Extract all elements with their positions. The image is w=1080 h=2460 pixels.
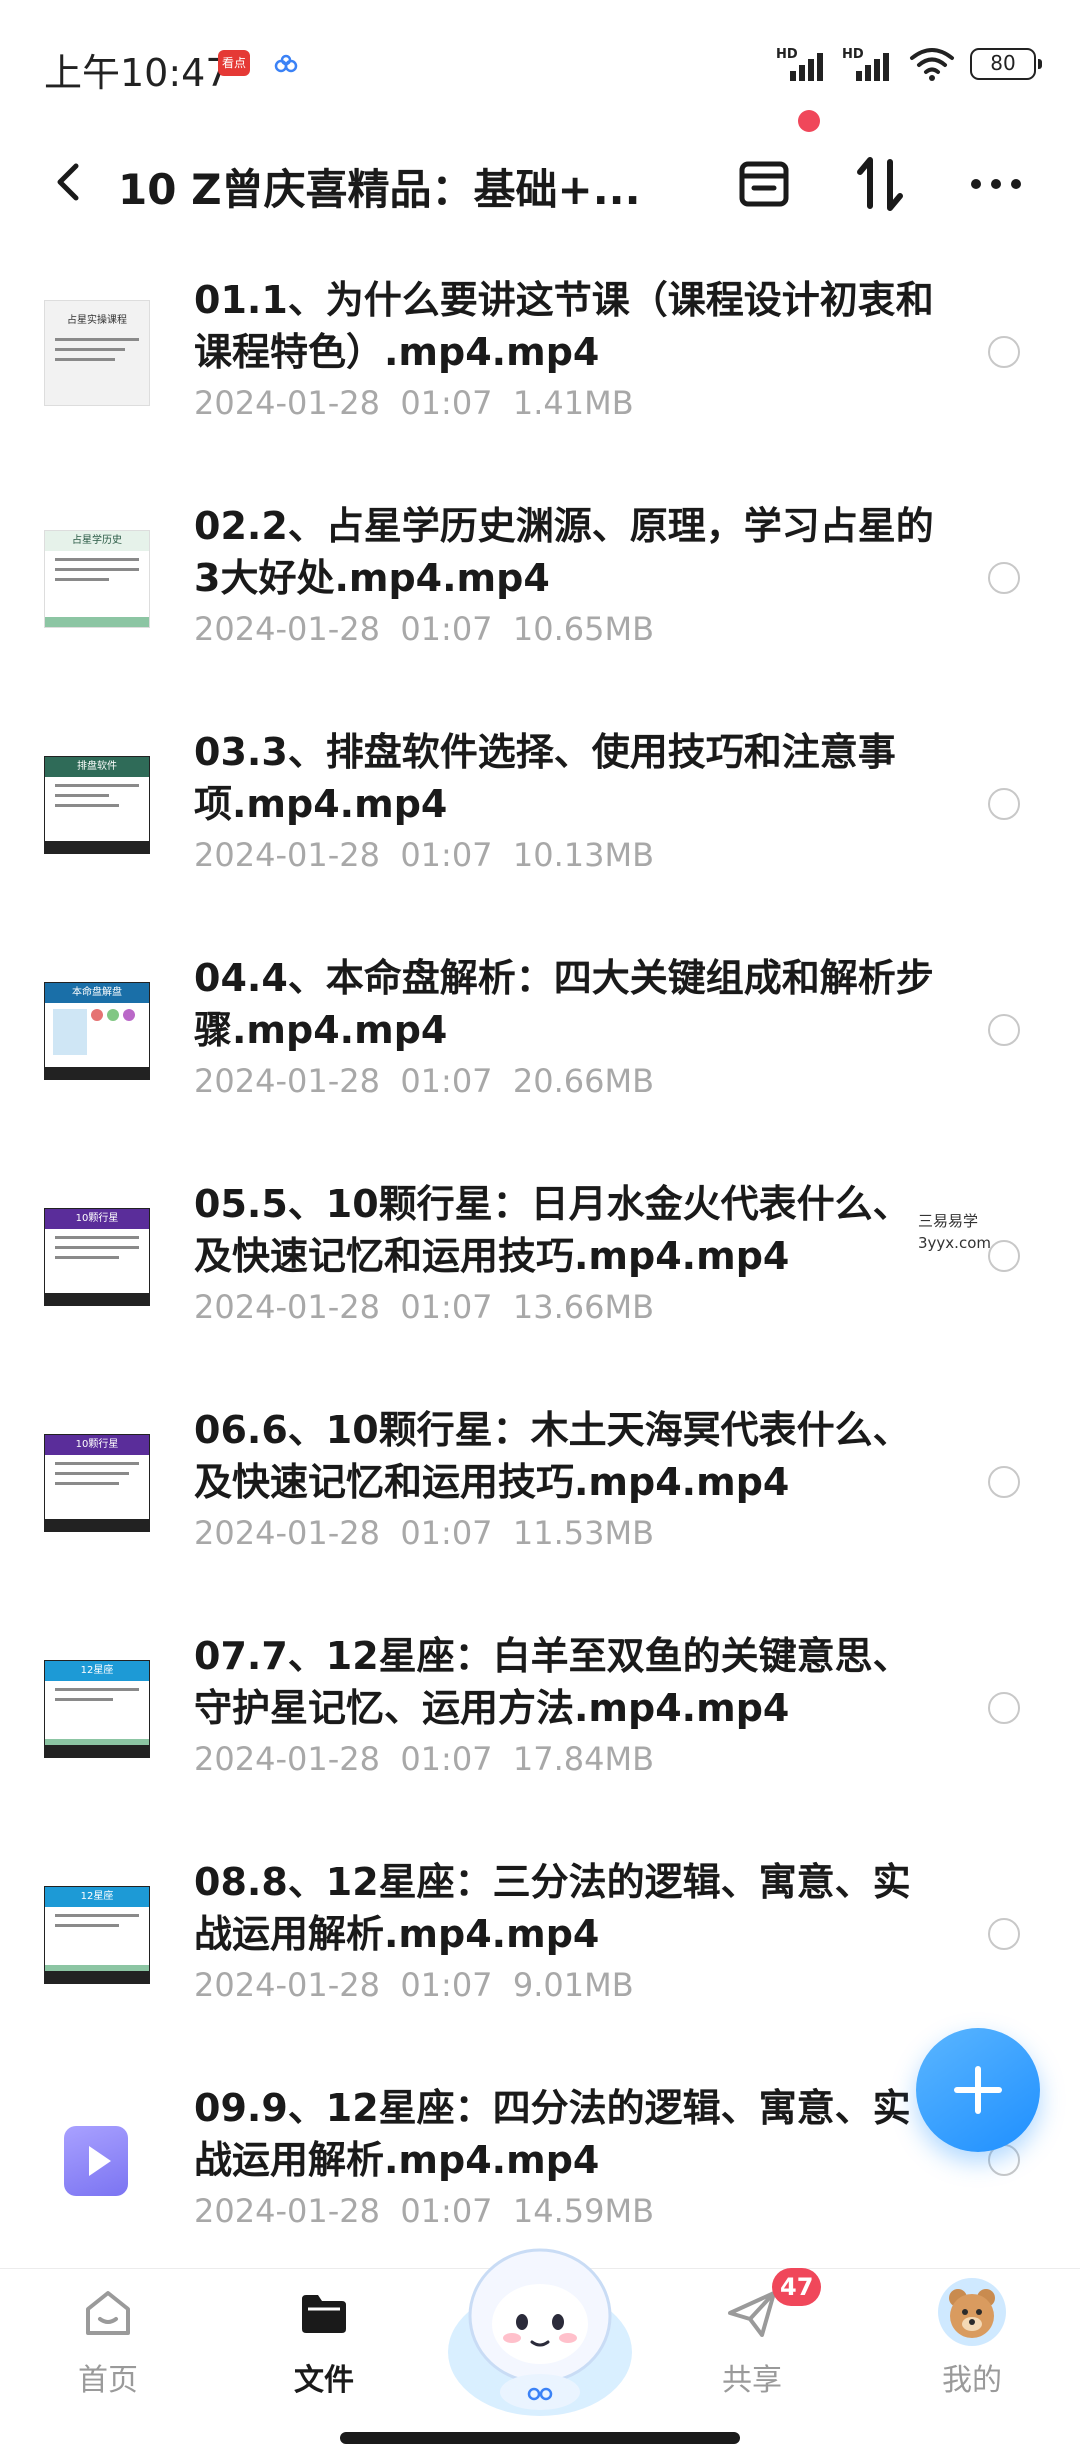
back-arrow-icon[interactable] xyxy=(44,152,94,212)
transfer-icon[interactable] xyxy=(724,144,804,224)
file-name: 01.1、为什么要讲这节课（课程设计初衷和课程特色）.mp4.mp4 xyxy=(194,278,934,374)
file-item[interactable]: 本命盘解盘 04.4、本命盘解析：四大关键组成和解析步骤.mp4.mp4 202… xyxy=(0,928,1080,1154)
nav-files[interactable]: 文件 xyxy=(254,2269,394,2419)
video-file-icon xyxy=(64,2126,128,2196)
select-checkbox[interactable] xyxy=(988,562,1020,594)
watermark: 三易易学 3yyx.com xyxy=(918,1210,991,1254)
video-thumbnail: 占星实操课程 xyxy=(44,300,150,406)
file-meta: 2024-01-28 01:07 10.65MB xyxy=(194,610,655,648)
file-name: 05.5、10颗行星：日月水金火代表什么、及快速记忆和运用技巧.mp4.mp4 xyxy=(194,1182,911,1278)
mascot-icon[interactable] xyxy=(438,2232,642,2422)
thumbnail-title: 本命盘解盘 xyxy=(45,983,149,1003)
home-icon xyxy=(86,2291,130,2335)
file-name: 03.3、排盘软件选择、使用技巧和注意事项.mp4.mp4 xyxy=(194,730,896,826)
share-count-badge: 47 xyxy=(772,2268,822,2306)
file-item[interactable]: 占星实操课程 01.1、为什么要讲这节课（课程设计初衷和课程特色）.mp4.mp… xyxy=(0,250,1080,476)
add-button[interactable] xyxy=(916,2028,1040,2152)
thumbnail-title: 10颗行星 xyxy=(45,1209,149,1229)
video-thumbnail: 占星学历史 xyxy=(44,526,150,632)
file-meta: 2024-01-28 01:07 14.59MB xyxy=(194,2192,655,2230)
file-meta: 2024-01-28 01:07 10.13MB xyxy=(194,836,655,874)
file-item[interactable]: 排盘软件 03.3、排盘软件选择、使用技巧和注意事项.mp4.mp4 2024-… xyxy=(0,702,1080,928)
thumbnail-title: 占星实操课程 xyxy=(67,315,127,326)
cloud-sync-icon xyxy=(274,54,298,73)
file-name: 02.2、占星学历史渊源、原理，学习占星的3大好处.mp4.mp4 xyxy=(194,504,934,600)
thumbnail-title: 10颗行星 xyxy=(45,1435,149,1455)
thumbnail-title: 占星学历史 xyxy=(45,531,149,551)
file-meta: 2024-01-28 01:07 17.84MB xyxy=(194,1740,655,1778)
nav-label: 我的 xyxy=(942,2363,1002,2398)
avatar[interactable] xyxy=(938,2278,1006,2346)
select-checkbox[interactable] xyxy=(988,788,1020,820)
status-bar: 上午10:47 看点 HD HD 80 xyxy=(0,0,1080,130)
more-icon[interactable] xyxy=(956,144,1036,224)
file-meta: 2024-01-28 01:07 11.53MB xyxy=(194,1514,655,1552)
watermark-line: 3yyx.com xyxy=(918,1234,991,1252)
battery-indicator: 80 xyxy=(970,48,1042,80)
file-item[interactable]: 占星学历史 02.2、占星学历史渊源、原理，学习占星的3大好处.mp4.mp4 … xyxy=(0,476,1080,702)
folder-title: 10 Z曾庆喜精品：基础+... xyxy=(118,165,641,214)
nav-label: 共享 xyxy=(722,2363,782,2398)
video-thumbnail: 12星座 xyxy=(44,1882,150,1988)
file-item[interactable]: 12星座 08.8、12星座：三分法的逻辑、寓意、实战运用解析.mp4.mp4 … xyxy=(0,1832,1080,2058)
select-checkbox[interactable] xyxy=(988,1918,1020,1950)
file-item[interactable]: 10颗行星 06.6、10颗行星：木土天海冥代表什么、及快速记忆和运用技巧.mp… xyxy=(0,1380,1080,1606)
video-thumbnail: 本命盘解盘 xyxy=(44,978,150,1084)
thumbnail-title: 12星座 xyxy=(45,1887,149,1907)
video-thumbnail: 10颗行星 xyxy=(44,1204,150,1310)
file-item[interactable]: 10颗行星 05.5、10颗行星：日月水金火代表什么、及快速记忆和运用技巧.mp… xyxy=(0,1154,1080,1380)
file-list: 占星实操课程 01.1、为什么要讲这节课（课程设计初衷和课程特色）.mp4.mp… xyxy=(0,250,1080,2284)
file-meta: 2024-01-28 01:07 13.66MB xyxy=(194,1288,655,1326)
select-checkbox[interactable] xyxy=(988,1240,1020,1272)
thumbnail-title: 排盘软件 xyxy=(45,757,149,777)
folder-icon xyxy=(302,2295,346,2333)
notification-dot xyxy=(798,110,820,132)
top-bar: 10 Z曾庆喜精品：基础+... xyxy=(0,130,1080,240)
file-name: 04.4、本命盘解析：四大关键组成和解析步骤.mp4.mp4 xyxy=(194,956,934,1052)
video-thumbnail: 12星座 xyxy=(44,1656,150,1762)
select-checkbox[interactable] xyxy=(988,1466,1020,1498)
bear-avatar-icon xyxy=(949,2289,995,2338)
video-thumbnail xyxy=(44,2108,150,2214)
wifi-icon xyxy=(910,48,954,81)
status-time: 上午10:47 xyxy=(44,51,230,95)
app-screen: 上午10:47 看点 HD HD 80 10 Z曾庆喜精品：基础+... 占星实… xyxy=(0,0,1080,2460)
video-thumbnail: 排盘软件 xyxy=(44,752,150,858)
app-notification-icon: 看点 xyxy=(218,50,250,76)
file-name: 06.6、10颗行星：木土天海冥代表什么、及快速记忆和运用技巧.mp4.mp4 xyxy=(194,1408,911,1504)
video-thumbnail: 10颗行星 xyxy=(44,1430,150,1536)
file-name: 09.9、12星座：四分法的逻辑、寓意、实战运用解析.mp4.mp4 xyxy=(194,2086,911,2182)
sort-icon[interactable] xyxy=(840,144,920,224)
signal-icon: HD xyxy=(842,47,894,81)
status-indicators: HD HD 80 xyxy=(776,46,1042,82)
select-checkbox[interactable] xyxy=(988,1692,1020,1724)
file-name: 08.8、12星座：三分法的逻辑、寓意、实战运用解析.mp4.mp4 xyxy=(194,1860,911,1956)
nav-label: 文件 xyxy=(294,2363,354,2398)
file-name: 07.7、12星座：白羊至双鱼的关键意思、守护星记忆、运用方法.mp4.mp4 xyxy=(194,1634,911,1730)
file-meta: 2024-01-28 01:07 9.01MB xyxy=(194,1966,634,2004)
select-checkbox[interactable] xyxy=(988,336,1020,368)
nav-home[interactable]: 首页 xyxy=(38,2269,178,2419)
signal-icon: HD xyxy=(776,47,828,81)
select-checkbox[interactable] xyxy=(988,1014,1020,1046)
file-meta: 2024-01-28 01:07 1.41MB xyxy=(194,384,634,422)
home-indicator xyxy=(340,2432,740,2444)
nav-label: 首页 xyxy=(78,2363,138,2398)
thumbnail-title: 12星座 xyxy=(45,1661,149,1681)
watermark-line: 三易易学 xyxy=(918,1212,979,1230)
file-item[interactable]: 12星座 07.7、12星座：白羊至双鱼的关键意思、守护星记忆、运用方法.mp4… xyxy=(0,1606,1080,1832)
file-meta: 2024-01-28 01:07 20.66MB xyxy=(194,1062,655,1100)
